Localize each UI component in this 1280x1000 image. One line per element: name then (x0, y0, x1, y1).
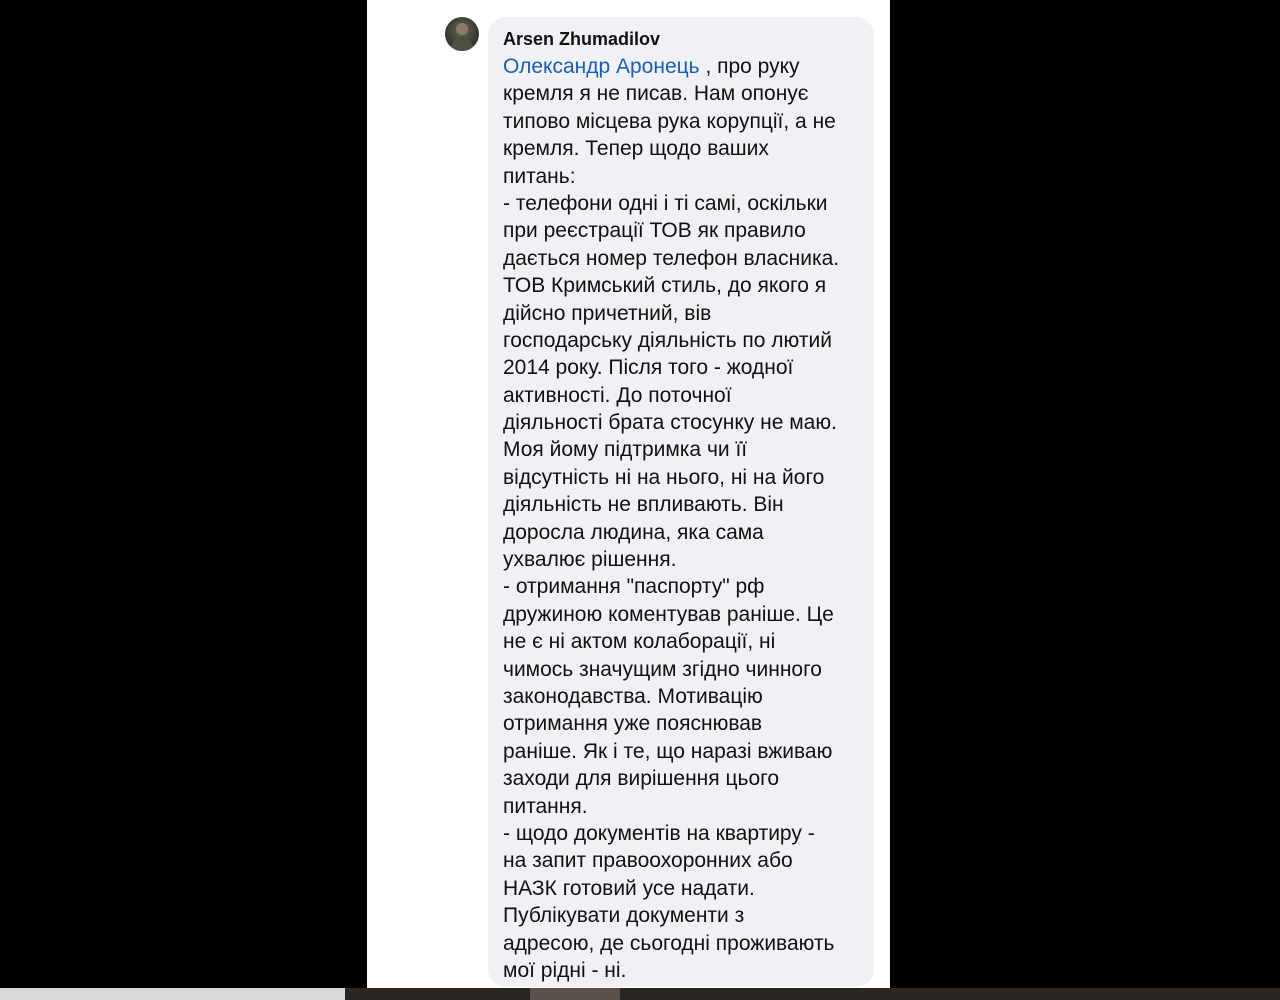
comment-line: мої рідні - ні. (503, 958, 627, 982)
comment-line: Моя йому підтримка чи її (503, 438, 748, 462)
comment-line: дається номер телефон власника. (503, 246, 840, 270)
comment-line: діяльності брата стосунку не маю. (503, 411, 837, 435)
comment-line: раніше. Як і те, що наразі вживаю (503, 739, 833, 763)
comment-author[interactable]: Arsen Zhumadilov (503, 27, 860, 51)
comment-line: відсутність ні на нього, ні на його (503, 465, 825, 489)
comment-line: ТОВ Кримський стиль, до якого я (503, 274, 827, 298)
comment-line: НАЗК готовий усе надати. (503, 876, 755, 900)
comment-line: діяльність не впливають. Він (503, 493, 784, 517)
comment-line: господарську діяльність по лютий (503, 328, 832, 352)
person-icon (450, 23, 474, 51)
comment-line: Публікувати документи з (503, 904, 745, 928)
taskbar-left-segment (0, 988, 345, 1000)
comment-line: Олександр Аронець , про руку (503, 53, 860, 80)
comment-line: типово місцева рука корупції, а не (503, 109, 836, 133)
comment-line: - телефони одні і ті самі, оскільки (503, 191, 828, 215)
comment-line: ухвалює рішення. (503, 548, 677, 572)
comment-line: - щодо документів на квартиру - (503, 821, 815, 845)
comment-line: кремля. Тепер щодо ваших (503, 137, 769, 161)
comment-line: 2014 року. Після того - жодної (503, 356, 794, 380)
mention-link[interactable]: Олександр Аронець (503, 55, 700, 78)
comment-line: кремля я не писав. Нам опонує (503, 82, 809, 106)
comment-line: заходи для вирішення цього (503, 767, 780, 791)
comment-line: на запит правоохоронних або (503, 849, 793, 873)
comment-line: отримання уже пояснював (503, 712, 763, 736)
comment-line: активності. До поточної (503, 383, 732, 407)
comment-line: питань: (503, 164, 576, 188)
comment-line: не є ні актом колаборації, ні (503, 630, 776, 654)
comment-line: дружиною коментував раніше. Це (503, 602, 834, 626)
comment-line: законодавства. Мотивацію (503, 684, 763, 708)
taskbar-middle-segment (530, 988, 620, 1000)
comment-line: при реєстрації ТОВ як правило (503, 219, 806, 243)
avatar[interactable] (445, 17, 479, 51)
comment-line: питання. (503, 794, 588, 818)
comment-line: доросла людина, яка сама (503, 520, 764, 544)
comment-line: дійсно причетний, вів (503, 301, 712, 325)
comment-line: адресою, де сьогодні проживають (503, 931, 835, 955)
comment-text: Олександр Аронець , про руку кремля я не… (503, 53, 860, 984)
comment-bubble: Arsen Zhumadilov Олександр Аронець , про… (488, 17, 874, 987)
comment-line-text: , про руку (699, 55, 800, 78)
comment-line: чимось значущим згідно чинного (503, 657, 822, 681)
comment-line: - отримання "паспорту" рф (503, 575, 765, 599)
